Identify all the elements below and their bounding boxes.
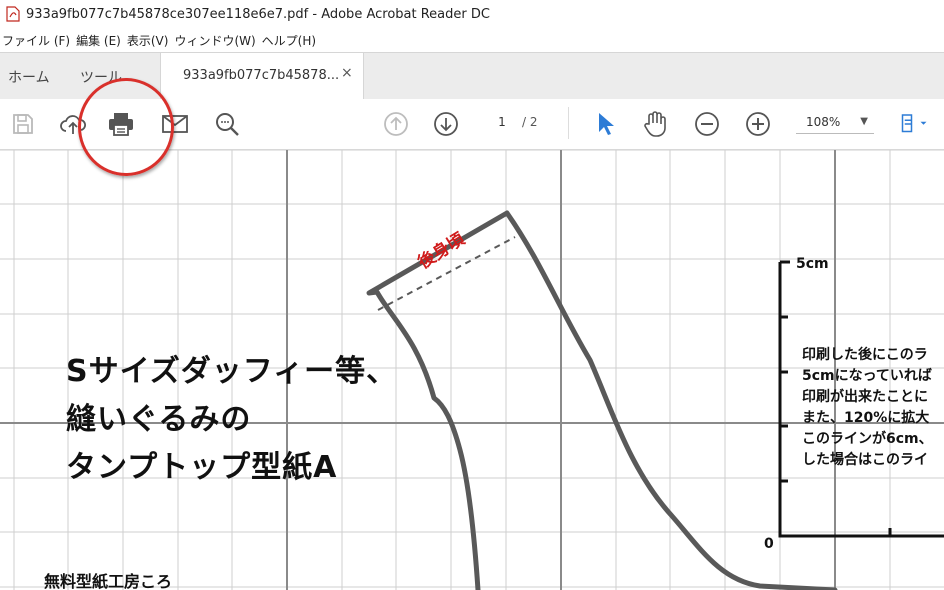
menu-window[interactable]: ウィンドウ(W) xyxy=(174,32,261,49)
zoom-out-button[interactable] xyxy=(692,109,722,139)
zoom-level-value: 108% xyxy=(806,115,841,129)
page-down-icon xyxy=(434,112,458,136)
document-view[interactable]: Sサイズダッフィー等、 縫いぐるみの タンプトップ型紙A 後身頃 5cm 0 印… xyxy=(0,150,944,590)
page-number-input[interactable]: 1 xyxy=(484,111,520,133)
menu-view[interactable]: 表示(V) xyxy=(127,32,175,49)
note-line-2: 5cmになっていれば xyxy=(802,368,932,384)
pattern-title-line-3: タンプトップ型紙A xyxy=(66,450,338,485)
search-zoom-icon xyxy=(216,113,239,136)
pattern-footer: 無料型紙工房ころ xyxy=(44,572,173,590)
select-tool-button[interactable] xyxy=(590,109,620,139)
ruler-label-0: 0 xyxy=(764,536,774,552)
note-line-6: した場合はこのライ xyxy=(802,452,928,468)
hand-tool-button[interactable] xyxy=(640,109,670,139)
note-line-5: このラインが6cm、 xyxy=(802,431,933,447)
note-line-3: 印刷が出来たことに xyxy=(802,389,928,405)
window-title: 933a9fb077c7b45878ce307ee118e6e7.pdf - A… xyxy=(26,6,490,22)
zoom-in-icon xyxy=(746,112,770,136)
zoom-level-dropdown[interactable]: 108% ▼ xyxy=(796,111,874,134)
title-bar: 933a9fb077c7b45878ce307ee118e6e7.pdf - A… xyxy=(0,0,944,28)
menu-edit[interactable]: 編集 (E) xyxy=(76,32,127,49)
save-button[interactable] xyxy=(8,109,38,139)
tab-document-label: 933a9fb077c7b45878... xyxy=(183,68,340,83)
pattern-outline xyxy=(366,210,838,590)
zoom-in-button[interactable] xyxy=(743,109,773,139)
search-button[interactable] xyxy=(212,109,242,139)
menu-file[interactable]: ファイル (F) xyxy=(0,32,76,49)
tab-document[interactable]: 933a9fb077c7b45878... × xyxy=(160,53,364,99)
select-cursor-icon xyxy=(599,113,614,135)
highlight-circle xyxy=(78,78,174,176)
fit-page-button[interactable] xyxy=(898,109,928,139)
fit-page-icon xyxy=(901,114,927,133)
pattern-title-line-1: Sサイズダッフィー等、 xyxy=(66,354,398,389)
menu-help[interactable]: ヘルプ(H) xyxy=(262,32,322,49)
toolbar-divider xyxy=(568,107,569,139)
hand-tool-icon xyxy=(644,111,666,137)
zoom-out-icon xyxy=(695,112,719,136)
page-up-icon xyxy=(384,112,408,136)
pdf-file-icon xyxy=(6,6,20,22)
chevron-down-icon: ▼ xyxy=(860,116,868,127)
save-icon xyxy=(13,114,33,134)
pattern-title-line-2: 縫いぐるみの xyxy=(66,402,252,437)
ruler-label-5cm: 5cm xyxy=(796,256,829,272)
tab-home[interactable]: ホーム xyxy=(8,67,50,87)
next-page-button[interactable] xyxy=(431,109,461,139)
page-total: / 2 xyxy=(522,115,538,129)
menu-bar: ファイル (F) 編集 (E) 表示(V) ウィンドウ(W) ヘルプ(H) xyxy=(0,28,944,52)
note-line-1: 印刷した後にこのラ xyxy=(802,347,928,363)
close-tab-icon[interactable]: × xyxy=(341,65,353,81)
previous-page-button[interactable] xyxy=(381,109,411,139)
note-line-4: また、120%に拡大 xyxy=(802,410,930,426)
